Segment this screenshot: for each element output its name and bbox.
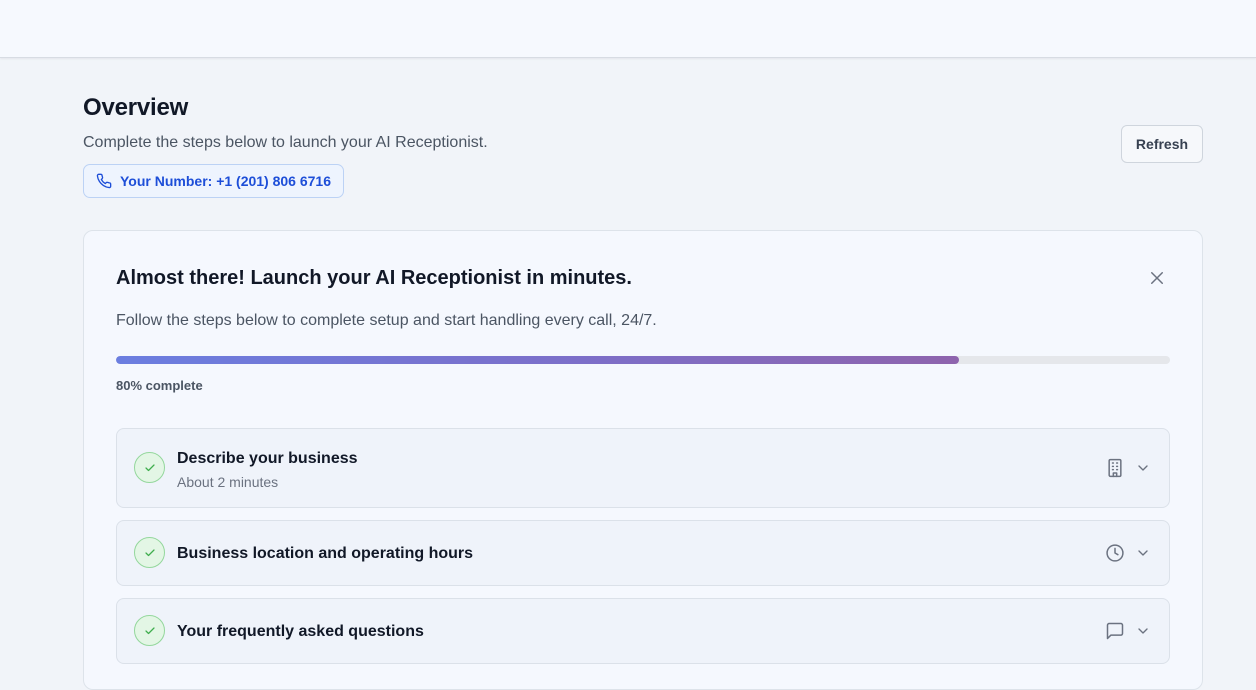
top-bar: [0, 0, 1256, 58]
chevron-down-icon[interactable]: [1135, 623, 1151, 639]
card-description: Follow the steps below to complete setup…: [116, 312, 657, 329]
progress-bar: [116, 356, 1170, 364]
building-icon: [1108, 458, 1122, 478]
phone-number-chip[interactable]: Your Number: +1 (201) 806 6716: [83, 164, 345, 198]
progress-label: 80% complete: [116, 378, 203, 393]
chevron-down-icon[interactable]: [1135, 460, 1151, 476]
step-subtitle: About 2 minutes: [177, 474, 279, 490]
phone-number-label: Your Number: +1 (201) 806 6716: [120, 173, 332, 189]
progress-bar-fill: [116, 356, 960, 364]
close-icon[interactable]: [1148, 269, 1166, 287]
clock-icon: [1106, 544, 1124, 562]
step-title: Business location and operating hours: [177, 545, 474, 562]
check-icon: [134, 452, 165, 483]
phone-icon: [96, 173, 112, 189]
step-title: Your frequently asked questions: [177, 623, 424, 640]
card-title: Almost there! Launch your AI Receptionis…: [116, 267, 632, 289]
check-icon: [134, 537, 165, 568]
step-title: Describe your business: [177, 450, 358, 467]
refresh-button[interactable]: Refresh: [1121, 125, 1203, 163]
step-faq[interactable]: Your frequently asked questions: [116, 598, 1170, 664]
chevron-down-icon[interactable]: [1135, 545, 1151, 561]
step-describe-business[interactable]: Describe your business About 2 minutes: [116, 428, 1170, 508]
page-title: Overview: [83, 94, 189, 121]
check-icon: [134, 615, 165, 646]
onboarding-card: Almost there! Launch your AI Receptionis…: [83, 230, 1203, 690]
overview-header: Overview Complete the steps below to lau…: [83, 94, 1203, 204]
page-subtitle: Complete the steps below to launch your …: [83, 134, 488, 151]
step-location-hours[interactable]: Business location and operating hours: [116, 520, 1170, 586]
chat-icon: [1106, 622, 1124, 640]
